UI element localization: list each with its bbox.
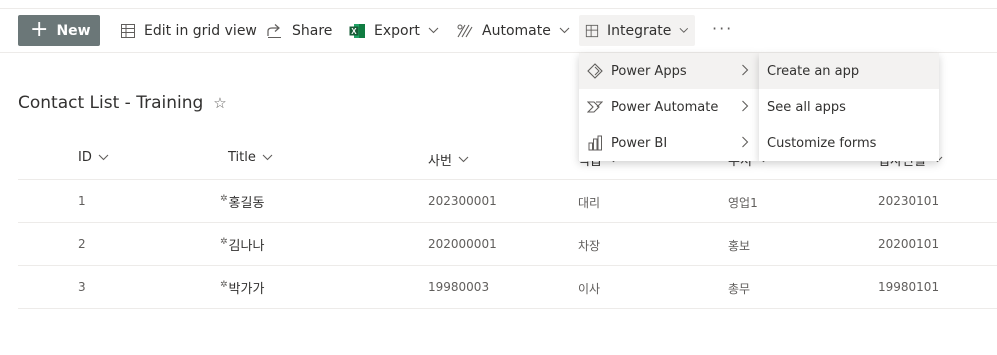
automate-label: Automate — [482, 22, 551, 39]
menu-item-create-app[interactable]: Create an app — [759, 53, 939, 89]
chevron-down-icon — [458, 156, 469, 163]
menu-item-power-apps[interactable]: Power Apps — [579, 53, 759, 89]
share-label: Share — [292, 22, 333, 39]
column-header-label: ID — [78, 150, 92, 165]
cell-rank: 차장 — [578, 239, 601, 253]
menu-item-label: Power BI — [611, 135, 668, 151]
chevron-right-icon — [742, 64, 749, 76]
cell-title-text: 박가가 — [228, 282, 265, 297]
automate-icon — [457, 24, 473, 37]
cell-title-text: 김나나 — [228, 239, 265, 254]
column-header-label: 사번 — [428, 154, 452, 169]
new-button-label: New — [56, 22, 91, 39]
svg-text:X: X — [351, 27, 357, 36]
chevron-right-icon — [742, 100, 749, 112]
power-automate-icon — [579, 99, 611, 115]
menu-item-customize-forms[interactable]: Customize forms — [759, 125, 939, 161]
new-item-icon: ✲ — [220, 237, 228, 247]
export-button[interactable]: X Export — [343, 15, 445, 46]
cell-rank: 대리 — [578, 196, 601, 210]
new-item-icon: ✲ — [220, 280, 228, 290]
cell-rank: 이사 — [578, 282, 601, 296]
cell-emp-no: 202300001 — [428, 194, 497, 208]
cell-hire-date: 19980101 — [878, 280, 940, 294]
column-header-emp-no[interactable]: 사번 — [428, 150, 469, 169]
chevron-down-icon — [559, 27, 570, 34]
power-apps-submenu: Create an app See all apps Customize for… — [759, 53, 939, 161]
favorite-star-icon[interactable]: ☆ — [213, 94, 226, 112]
menu-item-label: Power Apps — [611, 63, 687, 79]
cell-dept: 영업1 — [728, 196, 758, 210]
chevron-right-icon — [742, 136, 749, 148]
power-bi-icon — [579, 135, 611, 151]
new-item-icon: ✲ — [220, 194, 228, 204]
more-options-button[interactable]: ··· — [712, 19, 733, 38]
integrate-button[interactable]: Integrate — [579, 15, 695, 46]
edit-grid-view-label: Edit in grid view — [144, 22, 257, 39]
command-bar: + New Edit in grid view Share X Export A… — [0, 9, 997, 53]
export-label: Export — [374, 22, 420, 39]
table-row[interactable]: 3 ✲박가가 19980003 이사 총무 19980101 — [18, 266, 997, 309]
menu-item-power-automate[interactable]: Power Automate — [579, 89, 759, 125]
grid-icon — [121, 23, 135, 38]
edit-grid-view-button[interactable]: Edit in grid view — [114, 15, 263, 46]
list-header: Contact List - Training ☆ — [18, 93, 227, 113]
plus-icon: + — [30, 16, 49, 42]
cell-title[interactable]: ✲김나나 — [220, 235, 264, 254]
menu-item-see-all-apps[interactable]: See all apps — [759, 89, 939, 125]
power-apps-icon — [579, 63, 611, 79]
integrate-dropdown-menu: Power Apps Power Automate Power BI — [579, 53, 759, 161]
menu-item-label: Power Automate — [611, 99, 719, 115]
cell-title-text: 홍길동 — [228, 196, 265, 211]
chevron-down-icon — [428, 27, 439, 34]
cell-emp-no: 202000001 — [428, 237, 497, 251]
column-header-label: Title — [228, 150, 256, 165]
cell-title[interactable]: ✲박가가 — [220, 278, 264, 297]
column-header-title[interactable]: Title — [228, 150, 273, 165]
excel-icon: X — [349, 23, 365, 38]
share-icon — [267, 23, 281, 38]
integrate-label: Integrate — [606, 22, 672, 39]
cell-hire-date: 20230101 — [878, 194, 940, 208]
menu-item-label: Create an app — [767, 63, 860, 79]
cell-dept: 홍보 — [728, 239, 751, 253]
chevron-down-icon — [262, 154, 273, 161]
share-button[interactable]: Share — [260, 15, 338, 46]
cell-id: 2 — [78, 237, 86, 251]
automate-button[interactable]: Automate — [450, 15, 576, 46]
integrate-icon — [585, 24, 599, 37]
menu-item-power-bi[interactable]: Power BI — [579, 125, 759, 161]
table-row[interactable]: 1 ✲홍길동 202300001 대리 영업1 20230101 — [18, 180, 997, 223]
chevron-down-icon — [679, 27, 689, 33]
cell-emp-no: 19980003 — [428, 280, 490, 294]
cell-id: 1 — [78, 194, 86, 208]
cell-title[interactable]: ✲홍길동 — [220, 192, 264, 211]
page-title: Contact List - Training — [18, 93, 204, 113]
cell-hire-date: 20200101 — [878, 237, 940, 251]
column-header-id[interactable]: ID — [78, 150, 109, 165]
cell-dept: 총무 — [728, 282, 751, 296]
cell-id: 3 — [78, 280, 86, 294]
table-row[interactable]: 2 ✲김나나 202000001 차장 홍보 20200101 — [18, 223, 997, 266]
chevron-down-icon — [98, 154, 109, 161]
menu-item-label: See all apps — [767, 99, 846, 115]
new-button[interactable]: + New — [18, 15, 100, 46]
menu-item-label: Customize forms — [767, 135, 877, 151]
